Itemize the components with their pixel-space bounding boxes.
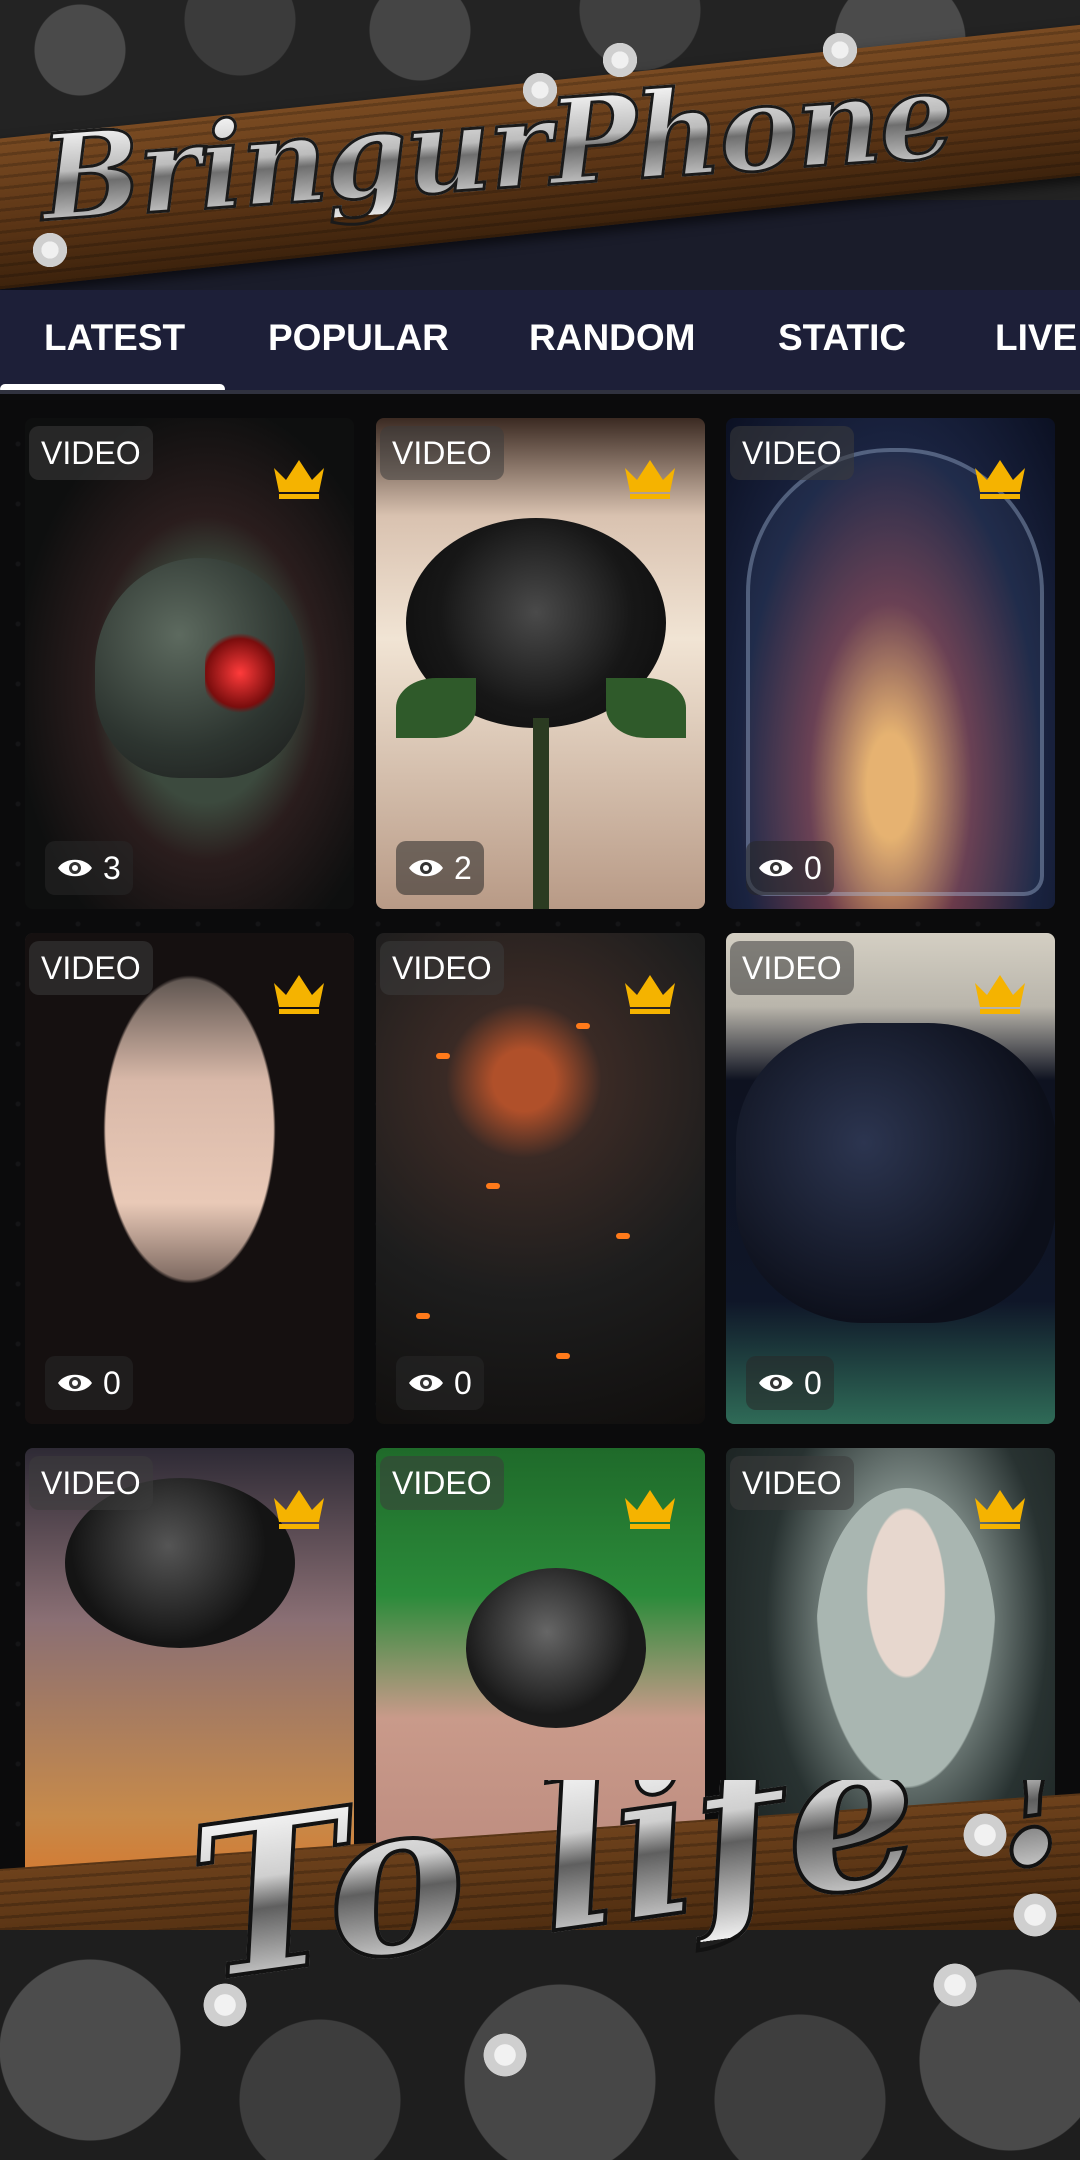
video-badge: VIDEO (730, 941, 854, 995)
wallpaper-card[interactable]: VIDEO 3 (25, 418, 354, 909)
footer-banner: To life ! (0, 1780, 1080, 2160)
crown-icon (274, 975, 324, 1014)
wallpaper-card[interactable]: VIDEO 0 (376, 933, 705, 1424)
view-count-value: 0 (103, 1365, 121, 1401)
divider (0, 390, 1080, 394)
view-count: 0 (746, 841, 834, 895)
view-count-value: 3 (103, 850, 121, 886)
view-count: 3 (45, 841, 133, 895)
view-count: 0 (45, 1356, 133, 1410)
tab-latest[interactable]: LATEST (44, 308, 185, 368)
crown-icon (625, 975, 675, 1014)
view-count-value: 0 (804, 1365, 822, 1401)
wallpaper-card[interactable]: VIDEO 2 (376, 418, 705, 909)
video-badge: VIDEO (730, 1456, 854, 1510)
view-count-value: 0 (454, 1365, 472, 1401)
tab-random[interactable]: RANDOM (529, 308, 695, 368)
eye-icon (409, 1374, 443, 1392)
flower-decoration (480, 2030, 530, 2080)
video-badge: VIDEO (380, 426, 504, 480)
wallpaper-card[interactable]: VIDEO 0 (726, 933, 1055, 1424)
view-count: 2 (396, 841, 484, 895)
video-badge: VIDEO (380, 1456, 504, 1510)
wallpaper-card[interactable]: VIDEO 0 (25, 933, 354, 1424)
wallpaper-card[interactable]: VIDEO 0 (726, 418, 1055, 909)
crown-icon (975, 460, 1025, 499)
tab-popular[interactable]: POPULAR (268, 308, 449, 368)
eye-icon (58, 859, 92, 877)
flower-decoration (930, 1960, 980, 2010)
view-count: 0 (746, 1356, 834, 1410)
eye-icon (58, 1374, 92, 1392)
eye-icon (759, 859, 793, 877)
video-badge: VIDEO (730, 426, 854, 480)
crown-icon (274, 1490, 324, 1529)
crown-icon (625, 460, 675, 499)
tab-live[interactable]: LIVE (995, 308, 1077, 368)
crown-icon (975, 1490, 1025, 1529)
view-count-value: 2 (454, 850, 472, 886)
video-badge: VIDEO (29, 1456, 153, 1510)
view-count: 0 (396, 1356, 484, 1410)
crown-icon (274, 460, 324, 499)
header-banner: BringurPhone (0, 0, 1080, 300)
video-badge: VIDEO (380, 941, 504, 995)
tab-static[interactable]: STATIC (778, 308, 906, 368)
eye-icon (759, 1374, 793, 1392)
crown-icon (975, 975, 1025, 1014)
eye-icon (409, 859, 443, 877)
video-badge: VIDEO (29, 426, 153, 480)
view-count-value: 0 (804, 850, 822, 886)
video-badge: VIDEO (29, 941, 153, 995)
crown-icon (625, 1490, 675, 1529)
app-screen: BringurPhone LATEST POPULAR RANDOM STATI… (0, 0, 1080, 2160)
category-tabs: LATEST POPULAR RANDOM STATIC LIVE (0, 290, 1080, 394)
